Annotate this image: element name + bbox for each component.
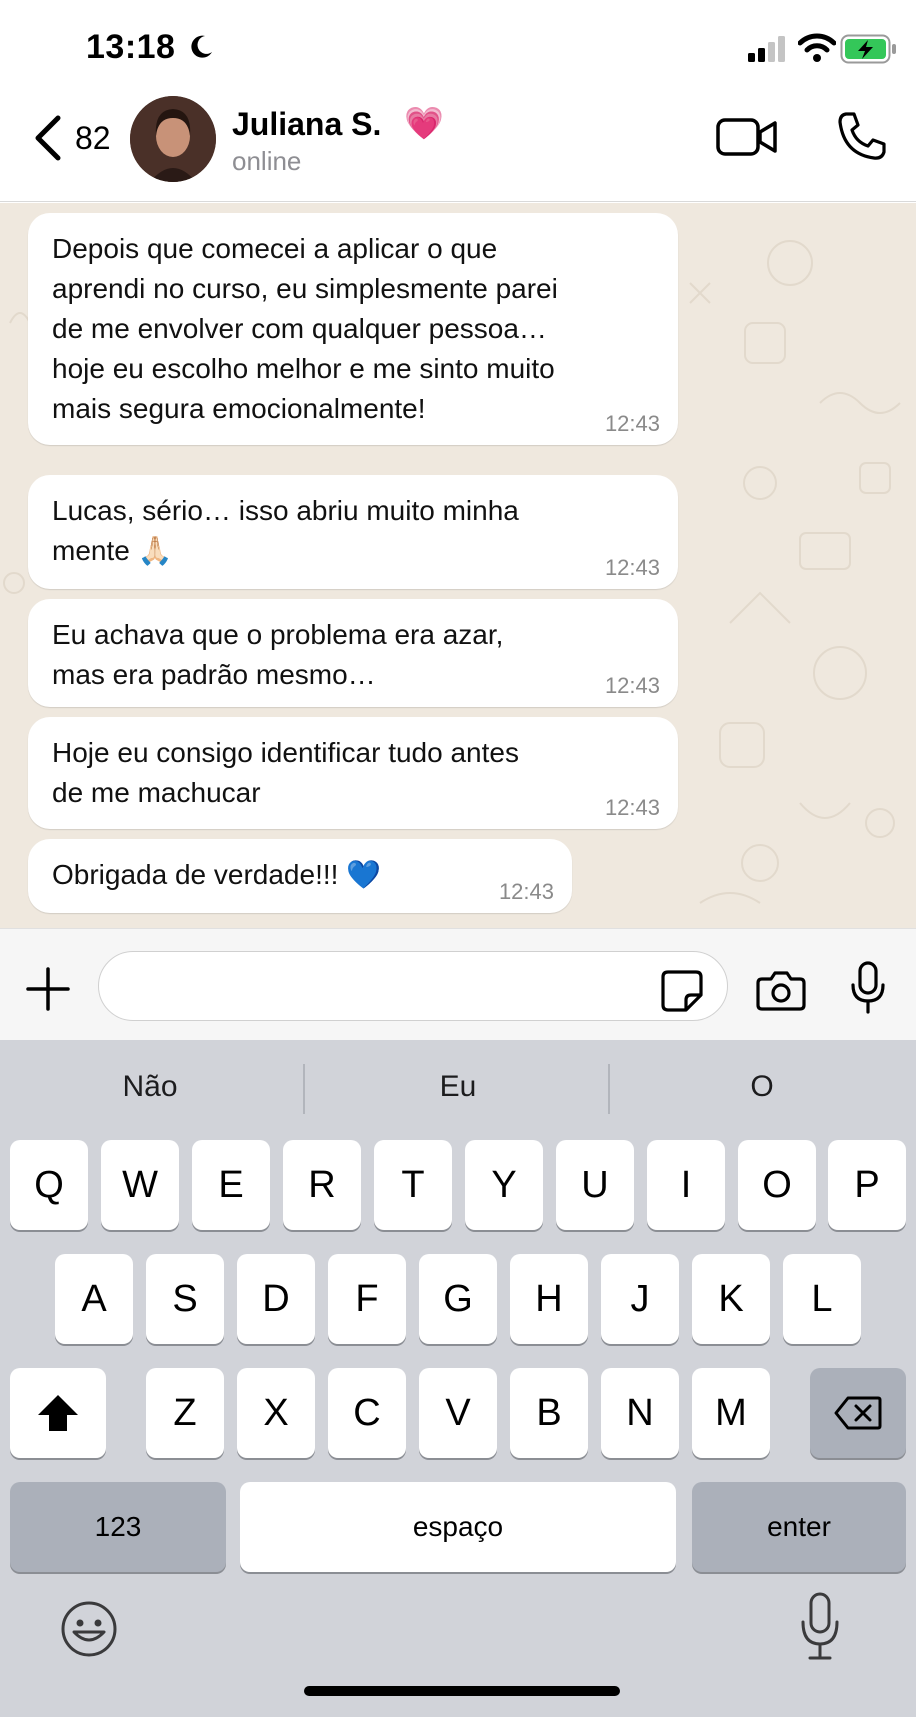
status-bar: 13:18: [0, 0, 916, 96]
message-text: Hoje eu consigo identificar tudo antes d…: [52, 737, 519, 808]
pink-heart-icon: 💗: [404, 105, 444, 141]
voice-call-icon[interactable]: [836, 110, 886, 162]
key-z[interactable]: Z: [146, 1368, 224, 1458]
predictive-suggestions: Não Eu O: [0, 1040, 916, 1140]
key-r[interactable]: R: [283, 1140, 361, 1230]
key-g[interactable]: G: [419, 1254, 497, 1344]
camera-icon[interactable]: [756, 969, 806, 1011]
key-q[interactable]: Q: [10, 1140, 88, 1230]
backspace-icon: [834, 1396, 882, 1430]
key-d[interactable]: D: [237, 1254, 315, 1344]
key-o[interactable]: O: [738, 1140, 816, 1230]
key-w[interactable]: W: [101, 1140, 179, 1230]
contact-avatar[interactable]: [130, 96, 216, 182]
key-a[interactable]: A: [55, 1254, 133, 1344]
key-k[interactable]: K: [692, 1254, 770, 1344]
key-b[interactable]: B: [510, 1368, 588, 1458]
key-l[interactable]: L: [783, 1254, 861, 1344]
plus-icon[interactable]: [26, 967, 70, 1011]
onscreen-keyboard: Não Eu O Q W E R T Y U I O P A S D F G H…: [0, 1040, 916, 1717]
numbers-key[interactable]: 123: [10, 1482, 226, 1572]
message-time: 12:43: [498, 879, 554, 904]
key-u[interactable]: U: [556, 1140, 634, 1230]
unread-count[interactable]: 82: [75, 120, 111, 157]
message-text: Depois que comecei a aplicar o que apren…: [52, 233, 558, 424]
key-s[interactable]: S: [146, 1254, 224, 1344]
message-time: 12:43: [604, 411, 660, 436]
suggestion-divider: [303, 1064, 305, 1114]
battery-charging-icon: [840, 34, 896, 64]
message-text: Eu achava que o problema era azar, mas e…: [52, 619, 504, 690]
key-j[interactable]: J: [601, 1254, 679, 1344]
home-indicator[interactable]: [304, 1686, 620, 1696]
message-time: 12:43: [604, 555, 660, 580]
status-time: 13:18: [86, 28, 176, 66]
message-bubble[interactable]: Obrigada de verdade!!! 💙 12:43: [28, 839, 572, 913]
key-e[interactable]: E: [192, 1140, 270, 1230]
suggestion-2[interactable]: Eu: [308, 1070, 608, 1104]
key-x[interactable]: X: [237, 1368, 315, 1458]
sticker-icon[interactable]: [660, 969, 704, 1013]
chat-header: 82 Juliana S. 💗 online: [0, 96, 916, 202]
suggestion-divider: [608, 1064, 610, 1114]
message-time: 12:43: [604, 795, 660, 820]
key-v[interactable]: V: [419, 1368, 497, 1458]
key-y[interactable]: Y: [465, 1140, 543, 1230]
key-n[interactable]: N: [601, 1368, 679, 1458]
key-p[interactable]: P: [828, 1140, 906, 1230]
key-f[interactable]: F: [328, 1254, 406, 1344]
moon-icon: [191, 35, 212, 58]
key-c[interactable]: C: [328, 1368, 406, 1458]
message-bubble[interactable]: Depois que comecei a aplicar o que apren…: [28, 213, 678, 445]
key-h[interactable]: H: [510, 1254, 588, 1344]
message-bubble[interactable]: Eu achava que o problema era azar, mas e…: [28, 599, 678, 707]
emoji-icon[interactable]: [60, 1600, 118, 1658]
suggestion-3[interactable]: O: [612, 1070, 912, 1104]
video-call-icon[interactable]: [716, 116, 778, 158]
message-input[interactable]: [98, 951, 728, 1021]
message-bubble[interactable]: Lucas, sério… isso abriu muito minha men…: [28, 475, 678, 589]
back-chevron-icon[interactable]: [30, 112, 66, 164]
key-t[interactable]: T: [374, 1140, 452, 1230]
wifi-icon: [798, 33, 836, 62]
shift-arrow-icon: [38, 1395, 78, 1431]
dictation-microphone-icon[interactable]: [800, 1592, 840, 1662]
message-text: Lucas, sério… isso abriu muito minha men…: [52, 495, 519, 566]
cellular-signal-icon: [748, 36, 785, 62]
key-m[interactable]: M: [692, 1368, 770, 1458]
contact-name[interactable]: Juliana S.: [232, 106, 381, 143]
key-i[interactable]: I: [647, 1140, 725, 1230]
suggestion-1[interactable]: Não: [0, 1070, 300, 1104]
message-time: 12:43: [604, 673, 660, 698]
space-key[interactable]: espaço: [240, 1482, 676, 1572]
contact-status: online: [232, 146, 302, 176]
message-bubble[interactable]: Hoje eu consigo identificar tudo antes d…: [28, 717, 678, 829]
microphone-icon[interactable]: [850, 961, 886, 1015]
enter-key[interactable]: enter: [692, 1482, 906, 1572]
message-input-bar: [0, 928, 916, 1040]
backspace-key[interactable]: [810, 1368, 906, 1458]
chat-area[interactable]: Depois que comecei a aplicar o que apren…: [0, 203, 916, 928]
shift-key[interactable]: [10, 1368, 106, 1458]
message-text: Obrigada de verdade!!! 💙: [52, 859, 382, 890]
